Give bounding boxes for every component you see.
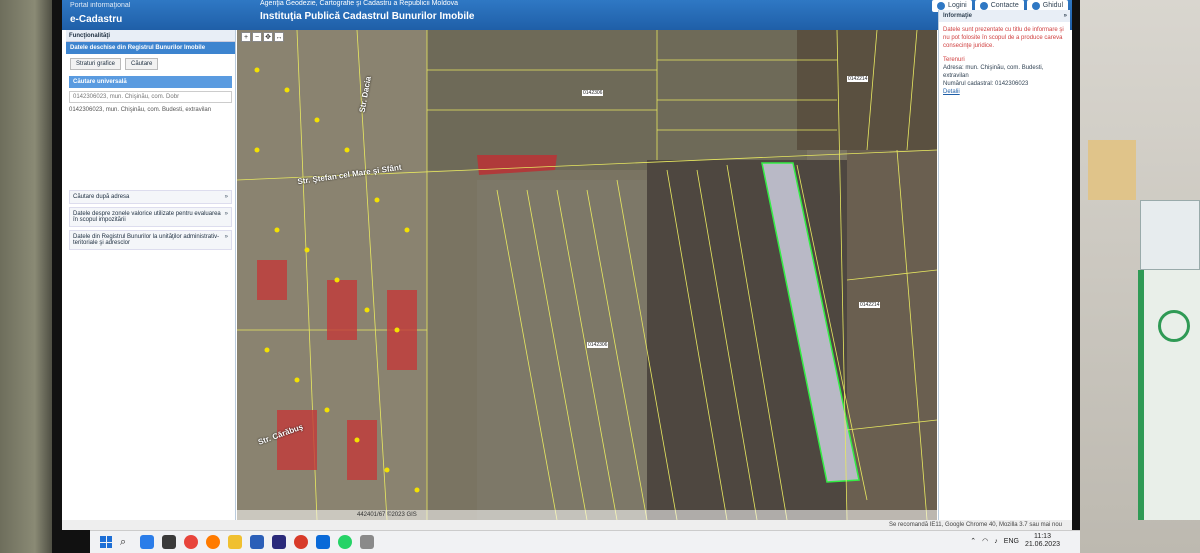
- app-header: Portal informaţional e-Cadastru Agenţia …: [62, 0, 1072, 30]
- language-indicator[interactable]: ENG: [1004, 538, 1019, 545]
- status-bar: Se recomandă IE11, Google Chrome 40, Moz…: [62, 520, 1072, 530]
- terenuri-label: Terenuri: [943, 57, 965, 63]
- background-box: [1088, 140, 1136, 200]
- system-tray: ⌃ ◠ ♪ ENG 11:13 21.06.2023: [970, 533, 1060, 549]
- word-icon[interactable]: [250, 535, 264, 549]
- app-icon[interactable]: [360, 535, 374, 549]
- open-data-section[interactable]: Datele deschise din Registrul Bunurilor …: [66, 42, 235, 54]
- zoom-out-icon[interactable]: −: [252, 32, 262, 42]
- firefox-icon[interactable]: [206, 535, 220, 549]
- universal-search-header[interactable]: Căutare universală: [69, 76, 232, 88]
- cadastral-map[interactable]: + − ✥ ↔ Str. Ştefan cel Mare şi Sfânt St…: [237, 30, 937, 520]
- functionality-label: Funcţionalităţi: [69, 33, 110, 39]
- background-wall-right: [1080, 0, 1200, 553]
- address-search-section[interactable]: Căutare după adresa »: [69, 190, 232, 204]
- whatsapp-icon[interactable]: [338, 535, 352, 549]
- right-panel: Informaţie » Datele sunt prezentate cu ti…: [938, 10, 1070, 530]
- app-title[interactable]: e-Cadastru: [70, 14, 122, 25]
- skype-icon: [979, 2, 988, 10]
- background-wall-left: [0, 0, 58, 553]
- info-header[interactable]: Informaţie »: [939, 10, 1070, 22]
- tab-search[interactable]: Căutare: [125, 58, 159, 70]
- map-imagery: [237, 30, 937, 520]
- institution-name: Instituţia Publică Cadastrul Bunurilor I…: [260, 11, 475, 22]
- viber-icon[interactable]: [316, 535, 330, 549]
- tab-layers[interactable]: Straturi grafice: [70, 58, 122, 70]
- value-zones-label: Datele despre zonele valorice utilizate …: [73, 211, 221, 223]
- admin-units-section[interactable]: Datele din Registrul Bunurilor la unităţ…: [69, 230, 232, 250]
- address-search-label: Căutare după adresa: [73, 194, 130, 200]
- map-toolbar: + − ✥ ↔: [241, 32, 284, 42]
- details-link[interactable]: Detalii: [943, 88, 1066, 96]
- parcel-id[interactable]: 0142214: [859, 302, 881, 308]
- chevron-down-icon: »: [224, 234, 228, 240]
- measure-icon[interactable]: ↔: [274, 32, 284, 42]
- background-package-green: [1138, 270, 1200, 520]
- search-input[interactable]: 0142306023, mun. Chişinău, com. Dobr: [69, 91, 232, 103]
- windows-start-icon[interactable]: [100, 536, 112, 548]
- chrome-icon[interactable]: [184, 535, 198, 549]
- app-icon[interactable]: [272, 535, 286, 549]
- taskbar-apps: [140, 535, 374, 549]
- agency-name: Agenţia Geodezie, Cartografie şi Cadastr…: [260, 0, 459, 7]
- windows-taskbar: ⌕ ⌃ ◠ ♪ ENG 11:13 21.06.2023: [90, 530, 1080, 553]
- volume-icon[interactable]: ♪: [994, 538, 998, 545]
- search-result[interactable]: 0142306023, mun. Chişinău, com. Budesti,…: [69, 106, 232, 114]
- task-view-icon[interactable]: [162, 535, 176, 549]
- disclaimer-text: Datele sunt prezentate cu titlu de infor…: [943, 27, 1064, 49]
- parcel-id[interactable]: 0142306: [582, 90, 604, 96]
- value-zones-section[interactable]: Datele despre zonele valorice utilizate …: [69, 207, 232, 227]
- open-data-label: Datele deschise din Registrul Bunurilor …: [70, 45, 206, 51]
- map-copyright: 442401/67 ©2023 GIS: [237, 510, 937, 520]
- edge-icon[interactable]: [140, 535, 154, 549]
- help-icon: [1031, 2, 1040, 10]
- chevron-up-icon[interactable]: ⌃: [970, 537, 976, 545]
- chevron-down-icon: »: [224, 194, 228, 200]
- package-logo: [1158, 310, 1190, 342]
- network-icon[interactable]: ◠: [982, 537, 988, 545]
- parcel-id[interactable]: 0142306: [587, 342, 609, 348]
- user-icon: [937, 2, 946, 10]
- browser-screen: Portal informaţional e-Cadastru Agenţia …: [62, 0, 1072, 530]
- zoom-in-icon[interactable]: +: [241, 32, 251, 42]
- address-text: Adresa: mun. Chişinău, com. Budesti, ext…: [943, 65, 1044, 79]
- info-header-label: Informaţie: [943, 13, 973, 19]
- parcel-id[interactable]: 0142214: [847, 76, 869, 82]
- panel-tabs: Straturi grafice Căutare: [66, 54, 235, 74]
- cadastral-number: Numărul cadastral: 0142306023: [943, 81, 1029, 87]
- functionality-header[interactable]: Funcţionalităţi: [66, 30, 235, 42]
- chevron-right-icon[interactable]: »: [1064, 10, 1067, 22]
- portal-label[interactable]: Portal informaţional: [70, 2, 130, 9]
- clock-date: 21.06.2023: [1024, 541, 1060, 548]
- background-package: [1140, 200, 1200, 270]
- pan-icon[interactable]: ✥: [263, 32, 273, 42]
- search-icon[interactable]: ⌕: [120, 536, 126, 549]
- admin-units-label: Datele din Registrul Bunurilor la unităţ…: [73, 234, 220, 246]
- folder-icon[interactable]: [228, 535, 242, 549]
- opera-icon[interactable]: [294, 535, 308, 549]
- chevron-down-icon: »: [224, 211, 228, 217]
- clock[interactable]: 11:13 21.06.2023: [1025, 533, 1060, 549]
- info-body: Datele sunt prezentate cu titlu de infor…: [939, 22, 1070, 100]
- left-panel: Funcţionalităţi Datele deschise din Regi…: [66, 30, 236, 530]
- clock-time: 11:13: [1033, 533, 1051, 540]
